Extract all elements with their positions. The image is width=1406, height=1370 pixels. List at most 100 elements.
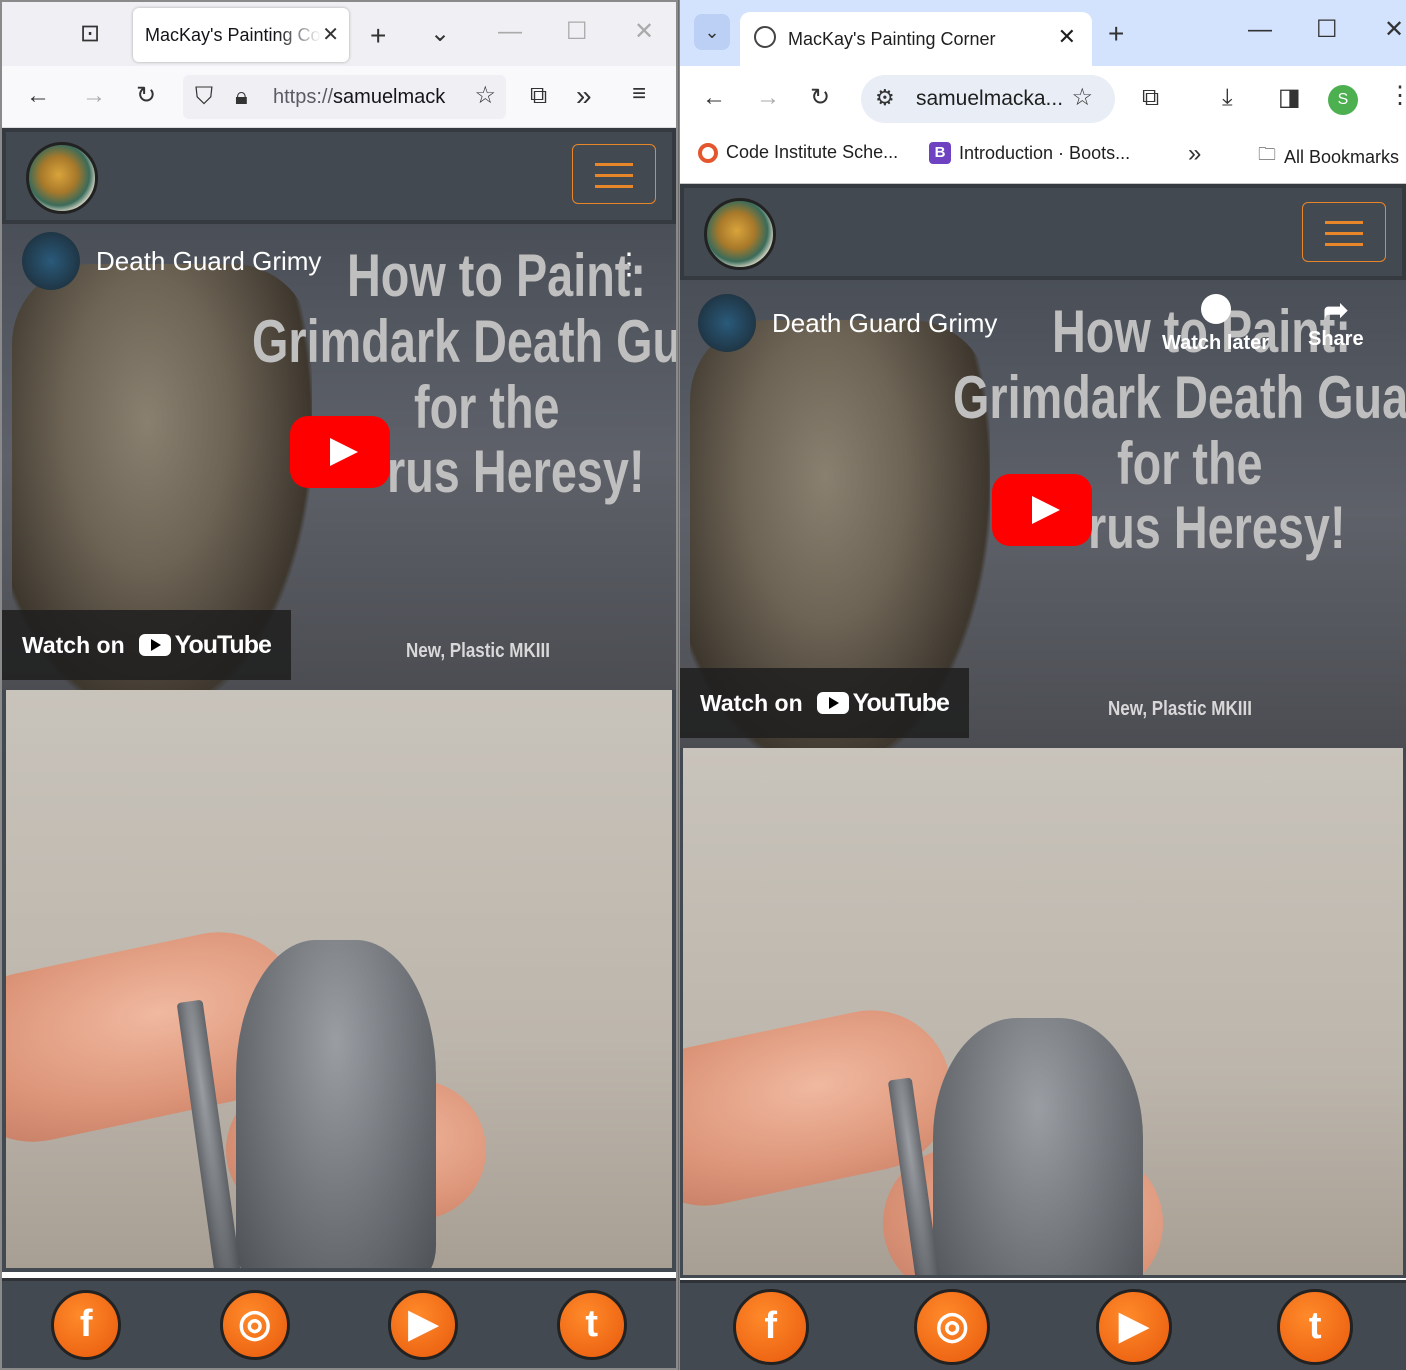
video-title-line-3: for the: [1117, 430, 1263, 497]
miniature-photo: [680, 748, 1406, 1278]
close-tab-icon[interactable]: ✕: [1058, 24, 1076, 50]
star-icon[interactable]: ☆: [1071, 86, 1093, 110]
minimize-icon[interactable]: —: [1248, 18, 1272, 42]
channel-avatar[interactable]: [22, 232, 80, 290]
channel-info[interactable]: Death Guard Grimy: [22, 232, 321, 290]
maximize-icon[interactable]: ☐: [1316, 18, 1338, 42]
bookmark-item[interactable]: B Introduction · Boots...: [929, 142, 1130, 164]
bookmark-item[interactable]: Code Institute Sche...: [698, 142, 898, 163]
new-tab-icon[interactable]: +: [370, 22, 386, 50]
close-window-icon[interactable]: ✕: [1384, 18, 1404, 42]
menu-icon[interactable]: ≡: [632, 82, 646, 106]
play-button[interactable]: [290, 416, 390, 488]
firefox-nav-bar: ← → ↻ ⛉ 🔒︎ https://samuelmack ☆ ⧉ » ≡: [2, 66, 676, 128]
new-tab-icon[interactable]: +: [1108, 20, 1124, 48]
reload-icon[interactable]: ↻: [136, 84, 156, 108]
video-title-line-4: rus Heresy!: [1088, 494, 1346, 561]
site-logo[interactable]: [704, 198, 776, 270]
url-prefix: https://: [273, 85, 334, 108]
youtube-play-icon: [816, 692, 849, 714]
youtube-embed[interactable]: Death Guard Grimy How to Paint: Grimdark…: [680, 280, 1406, 748]
chrome-nav-bar: ← → ↻ ⚙ samuelmacka... ☆ ⧉ ⤓ ◨ S ⋮: [680, 66, 1406, 128]
site-navbar: [2, 128, 676, 224]
extensions-icon[interactable]: ⧉: [1142, 86, 1159, 110]
channel-avatar[interactable]: [698, 294, 756, 352]
folder-icon: 🗀︎: [1258, 144, 1276, 164]
share-icon: ➦: [1323, 294, 1349, 327]
profile-avatar[interactable]: S: [1328, 85, 1358, 115]
close-tab-icon[interactable]: ✕: [322, 22, 339, 47]
watch-on-label: Watch on: [700, 689, 803, 716]
video-subtitle: New, Plastic MKIII: [1108, 698, 1252, 720]
shield-icon[interactable]: ⛉: [195, 85, 213, 109]
video-title-line-1: How to Paint:: [347, 242, 646, 309]
clock-icon: [1200, 294, 1231, 324]
chevron-down-icon[interactable]: ⌄: [430, 22, 450, 46]
back-icon[interactable]: ←: [702, 86, 726, 110]
tab-title: MacKay's Painting Corner: [788, 28, 996, 49]
code-institute-icon: [698, 142, 718, 163]
extensions-icon[interactable]: ⧉: [530, 84, 547, 108]
video-title-line-2: Grimdark Death Guard: [953, 364, 1406, 431]
url-host: samuelmack: [333, 85, 446, 108]
twitch-icon[interactable]: t: [1277, 1288, 1354, 1365]
channel-name[interactable]: Death Guard Grimy: [772, 308, 997, 339]
social-footer: f ◎ ▶ t: [2, 1278, 676, 1368]
youtube-icon[interactable]: ▶: [1095, 1288, 1172, 1365]
video-title-line-3: for the: [414, 374, 560, 441]
firefox-window: ⊡ MacKay's Painting Co ✕ + ⌄ — ☐ ✕ ← → ↻…: [0, 0, 678, 1370]
channel-info[interactable]: Death Guard Grimy: [698, 294, 997, 352]
reload-icon[interactable]: ↻: [810, 86, 830, 110]
youtube-logo: YouTube: [816, 689, 950, 718]
share-button[interactable]: ➦ Share: [1308, 294, 1364, 351]
twitch-icon[interactable]: t: [556, 1289, 627, 1360]
youtube-embed[interactable]: Death Guard Grimy ⋮ How to Paint: Grimda…: [2, 224, 676, 690]
hamburger-button[interactable]: [572, 144, 656, 204]
firefox-tab[interactable]: MacKay's Painting Co ✕: [133, 8, 349, 62]
site-settings-icon[interactable]: ⚙: [875, 87, 895, 109]
social-footer: f ◎ ▶ t: [680, 1280, 1406, 1370]
forward-icon[interactable]: →: [82, 84, 106, 108]
site-navbar: [680, 184, 1406, 280]
lock-icon[interactable]: 🔒︎: [235, 85, 248, 109]
side-panel-icon[interactable]: ◨: [1278, 86, 1301, 110]
url-bar[interactable]: ⛉ 🔒︎ https://samuelmack ☆: [183, 75, 506, 119]
miniature-photo: [2, 690, 676, 1272]
instagram-icon[interactable]: ◎: [219, 1289, 290, 1360]
instagram-icon[interactable]: ◎: [914, 1288, 991, 1365]
back-icon[interactable]: ←: [26, 84, 50, 108]
all-bookmarks[interactable]: 🗀︎ All Bookmarks: [1258, 142, 1399, 172]
star-icon[interactable]: ☆: [470, 84, 496, 108]
play-button[interactable]: [992, 474, 1092, 546]
watch-later-button[interactable]: Watch later: [1162, 294, 1269, 355]
watch-on-youtube-button[interactable]: Watch on YouTube: [680, 668, 969, 738]
bookmarks-bar: Code Institute Sche... B Introduction · B…: [680, 128, 1406, 184]
tab-search-icon[interactable]: ⌄: [694, 14, 730, 50]
hamburger-button[interactable]: [1302, 202, 1386, 262]
video-title-line-4: rus Heresy!: [387, 438, 645, 505]
facebook-icon[interactable]: f: [732, 1288, 809, 1365]
menu-icon[interactable]: ⋮: [1388, 84, 1406, 108]
close-window-icon[interactable]: ✕: [634, 20, 654, 44]
forward-icon[interactable]: →: [756, 86, 780, 110]
youtube-play-icon: [138, 634, 171, 656]
download-icon[interactable]: ⤓: [1222, 86, 1233, 110]
miniature-figure: [933, 1018, 1143, 1275]
channel-name[interactable]: Death Guard Grimy: [96, 246, 321, 277]
url-bar[interactable]: ⚙ samuelmacka... ☆: [861, 75, 1115, 123]
chrome-tab-strip: ⌄ MacKay's Painting Corner ✕ + — ☐ ✕: [680, 0, 1406, 66]
video-subtitle: New, Plastic MKIII: [406, 640, 550, 662]
firefox-tab-strip: ⊡ MacKay's Painting Co ✕ + ⌄ — ☐ ✕: [2, 2, 676, 66]
minimize-icon[interactable]: —: [498, 20, 522, 44]
tab-list-icon[interactable]: ⊡: [80, 22, 100, 46]
site-logo[interactable]: [26, 142, 98, 214]
tab-title: MacKay's Painting Co: [145, 24, 321, 45]
facebook-icon[interactable]: f: [51, 1289, 122, 1360]
maximize-icon[interactable]: ☐: [566, 20, 588, 44]
chrome-tab[interactable]: MacKay's Painting Corner ✕: [740, 12, 1092, 66]
overflow-icon[interactable]: »: [576, 82, 592, 110]
bookmarks-overflow-icon[interactable]: »: [1188, 142, 1201, 166]
watch-on-youtube-button[interactable]: Watch on YouTube: [2, 610, 291, 680]
youtube-icon[interactable]: ▶: [388, 1289, 459, 1360]
miniature-figure: [236, 940, 436, 1268]
